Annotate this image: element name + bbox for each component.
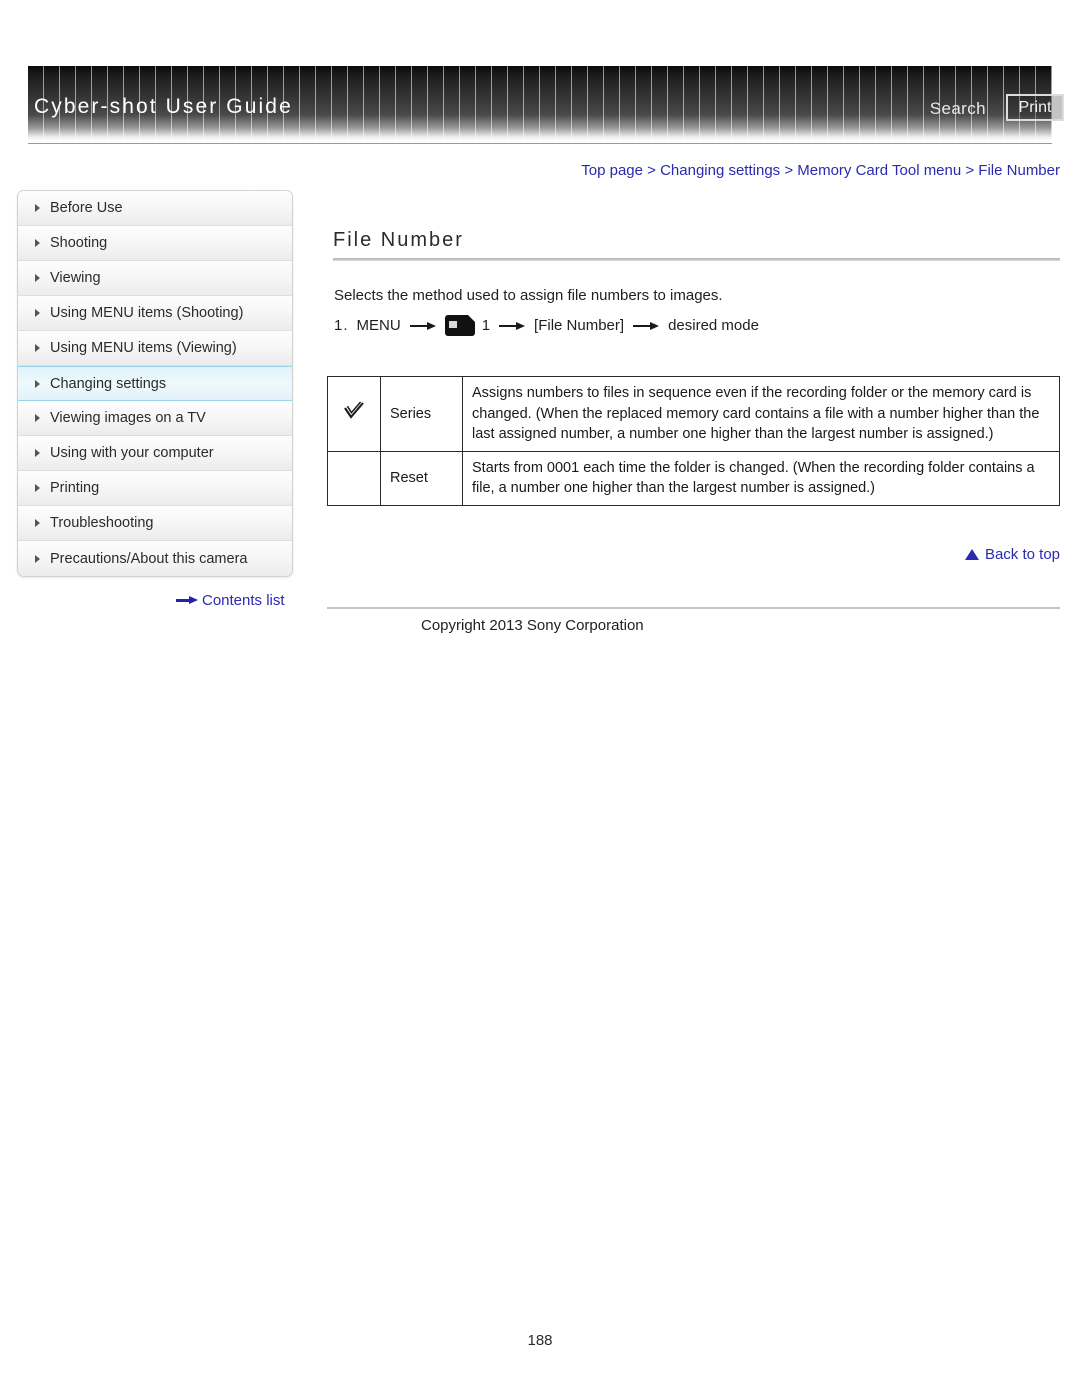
tab-number: 1 <box>481 317 491 334</box>
sidebar-item-label: Precautions/About this camera <box>50 550 248 567</box>
chevron-right-icon <box>35 554 40 563</box>
footer-divider <box>327 607 1060 609</box>
checkmark-icon <box>344 401 364 419</box>
chevron-right-icon <box>35 204 40 212</box>
chevron-right-icon <box>35 309 40 317</box>
arrow-right-icon <box>176 596 198 605</box>
contents-list-link[interactable]: Contents list <box>176 592 285 609</box>
sidebar-item-label: Printing <box>50 480 100 496</box>
triangle-up-icon <box>964 549 979 560</box>
chevron-right-icon <box>35 344 40 352</box>
sidebar-item-label: Using with your computer <box>50 445 214 461</box>
sidebar-nav: Before Use Shooting Viewing Using MENU item… <box>17 190 293 577</box>
back-to-top-label: Back to top <box>984 546 1060 563</box>
option-description-cell: Assigns numbers to files in sequence eve… <box>462 376 1060 452</box>
back-to-top-link[interactable]: Back to top <box>964 546 1060 563</box>
breadcrumb[interactable]: Top page > Changing settings > Memory Ca… <box>581 162 1060 179</box>
search-link[interactable]: Search <box>930 99 986 119</box>
option-checkmark-cell <box>327 376 381 452</box>
sidebar-item-using-with-your-computer[interactable]: Using with your computer <box>18 436 292 471</box>
sidebar-item-changing-settings[interactable]: Changing settings <box>18 366 292 401</box>
memory-card-tool-menu-icon <box>444 315 475 336</box>
sidebar-item-label: Changing settings <box>50 375 167 392</box>
chevron-right-icon <box>35 414 40 422</box>
arrow-right-icon <box>499 321 526 331</box>
menu-label: MENU <box>356 317 401 334</box>
option-name-cell: Reset <box>380 450 463 506</box>
chevron-right-icon <box>35 239 40 247</box>
app-title: Cyber-shot User Guide <box>34 95 293 118</box>
sidebar-item-shooting[interactable]: Shooting <box>18 226 292 261</box>
options-table-body: Series Assigns numbers to files in sequen… <box>327 376 1060 506</box>
options-table: Series Assigns numbers to files in sequen… <box>327 376 1060 506</box>
copyright-text: Copyright 2013 Sony Corporation <box>421 617 644 634</box>
step-number: 1. <box>334 317 349 334</box>
table-row: Series Assigns numbers to files in sequen… <box>327 376 1060 452</box>
arrow-right-icon <box>409 321 436 331</box>
chevron-right-icon <box>35 274 40 282</box>
chevron-right-icon <box>35 519 40 527</box>
sidebar-item-label: Troubleshooting <box>50 515 154 531</box>
option-name-cell: Series <box>380 376 463 452</box>
chevron-right-icon <box>35 449 40 457</box>
page-title: File Number <box>333 229 464 251</box>
chevron-right-icon <box>35 484 40 492</box>
table-row: Reset Starts from 0001 each time the fold… <box>327 450 1060 506</box>
sidebar-item-label: Viewing <box>50 270 101 286</box>
sidebar-item-viewing-images-on-a-tv[interactable]: Viewing images on a TV <box>18 401 292 436</box>
contents-list-label: Contents list <box>202 592 285 609</box>
chevron-right-icon <box>35 379 40 388</box>
print-button[interactable]: Print <box>1006 94 1064 121</box>
option-checkmark-cell <box>327 450 381 506</box>
sidebar-item-label: Before Use <box>50 200 123 216</box>
sidebar-item-viewing[interactable]: Viewing <box>18 261 292 296</box>
title-divider <box>333 258 1060 261</box>
option-description-cell: Starts from 0001 each time the folder is… <box>462 450 1060 506</box>
sidebar-item-label: Viewing images on a TV <box>50 410 206 426</box>
step-instruction: 1. MENU 1 [File Number] desired mode <box>334 315 759 336</box>
header-underline <box>28 143 1052 144</box>
arrow-right-icon <box>633 321 660 331</box>
sidebar-item-using-menu-items-shooting[interactable]: Using MENU items (Shooting) <box>18 296 292 331</box>
page-number: 188 <box>527 1332 553 1349</box>
sidebar-item-troubleshooting[interactable]: Troubleshooting <box>18 506 292 541</box>
menu-item-label: [File Number] <box>534 317 625 334</box>
sidebar-item-before-use[interactable]: Before Use <box>18 191 292 226</box>
sidebar-item-label: Shooting <box>50 235 108 251</box>
sidebar-item-precautions-about-this-camera[interactable]: Precautions/About this camera <box>18 541 292 576</box>
sidebar-item-using-menu-items-viewing[interactable]: Using MENU items (Viewing) <box>18 331 292 366</box>
intro-text: Selects the method used to assign file n… <box>334 287 723 304</box>
sidebar-item-label: Using MENU items (Viewing) <box>50 340 237 356</box>
sidebar-item-label: Using MENU items (Shooting) <box>50 305 244 321</box>
sidebar-item-printing[interactable]: Printing <box>18 471 292 506</box>
desired-mode-label: desired mode <box>668 317 759 334</box>
